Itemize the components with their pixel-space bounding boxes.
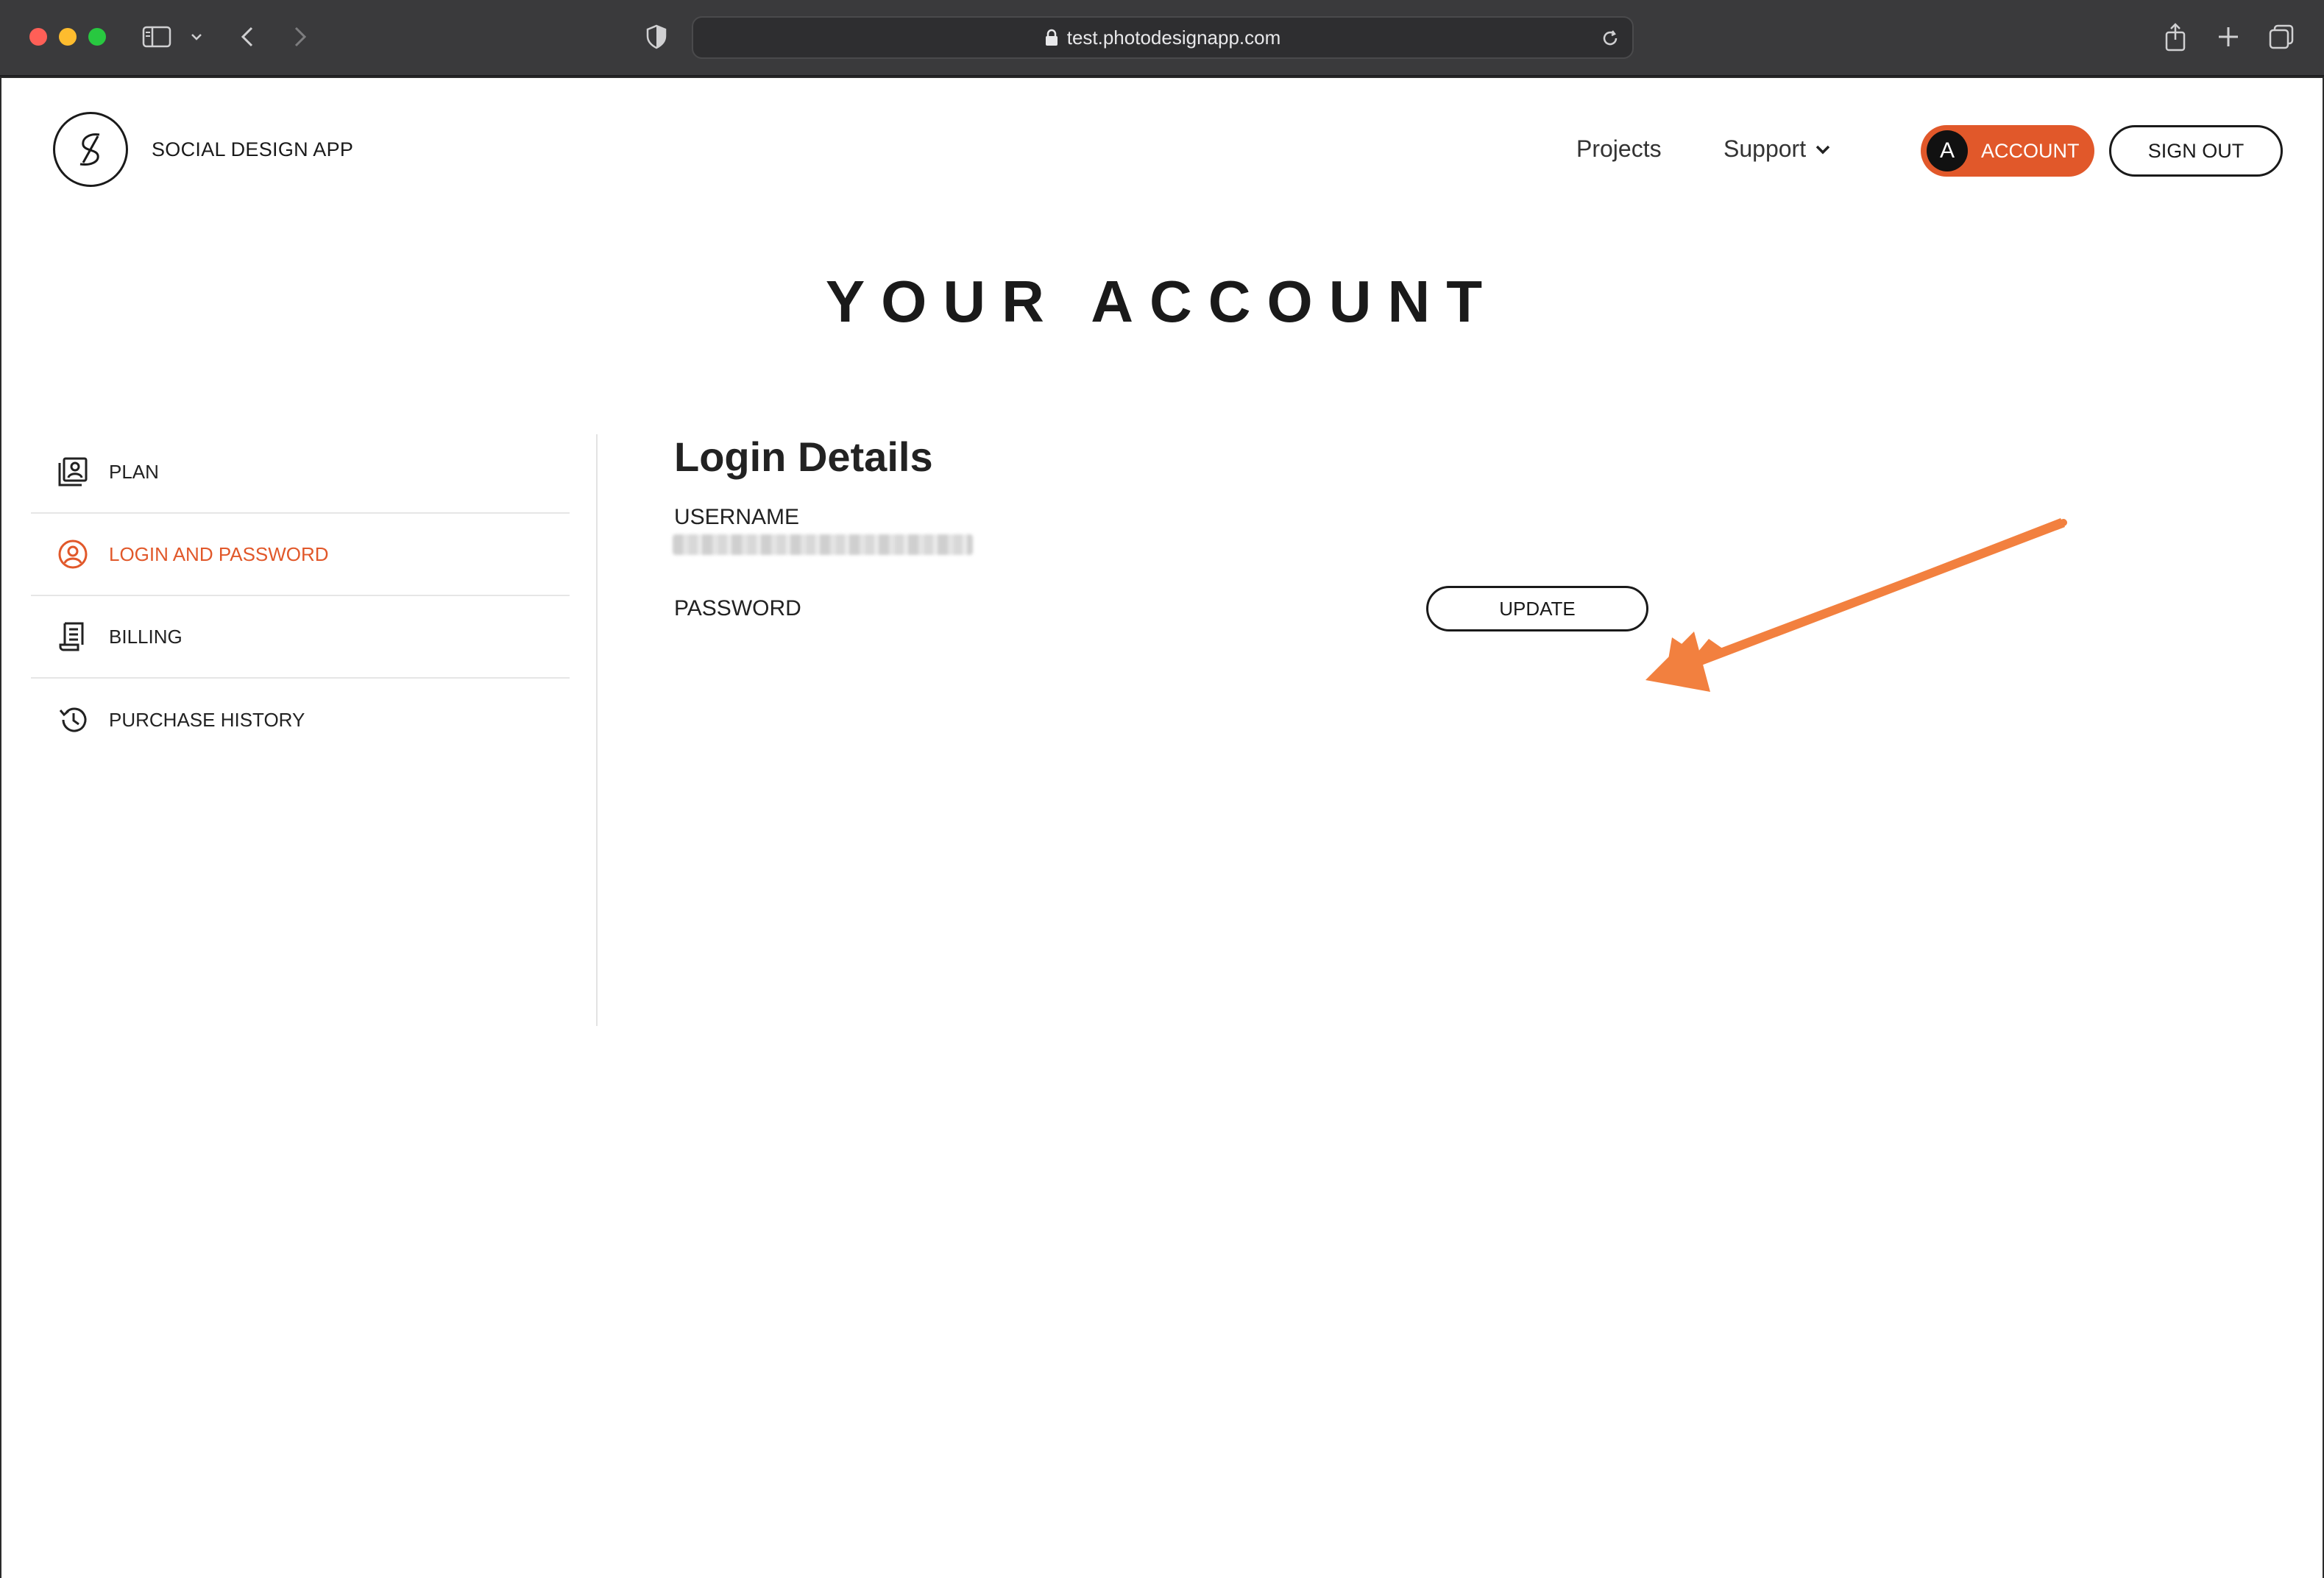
user-circle-icon: [56, 537, 90, 571]
username-label: USERNAME: [674, 505, 800, 529]
zoom-window-button[interactable]: [88, 28, 106, 46]
reload-icon[interactable]: [1598, 26, 1622, 50]
username-value-redacted: [673, 534, 973, 555]
sidebar-item-label: LOGIN AND PASSWORD: [109, 542, 329, 565]
account-button[interactable]: A ACCOUNT: [1921, 125, 2094, 177]
history-icon: [56, 703, 90, 737]
sidebar-item-label: BILLING: [109, 625, 183, 648]
sidebar-item-billing[interactable]: BILLING: [31, 596, 570, 679]
chevron-down-icon[interactable]: [185, 25, 208, 49]
sidebar-item-label: PURCHASE HISTORY: [109, 708, 305, 731]
back-icon[interactable]: [233, 22, 262, 52]
nav-projects-link[interactable]: Projects: [1576, 135, 1662, 163]
tab-overview-icon[interactable]: [2265, 21, 2298, 53]
password-label: PASSWORD: [674, 596, 801, 620]
nav-support-menu[interactable]: Support: [1723, 135, 1831, 163]
nav-support-label: Support: [1723, 135, 1807, 162]
logo-mark-icon: [79, 133, 100, 166]
sidebar-toggle-icon[interactable]: [141, 25, 172, 49]
close-window-button[interactable]: [29, 28, 47, 46]
sidebar-item-label: PLAN: [109, 460, 159, 483]
annotation-arrow-icon: [1645, 518, 2067, 692]
sidebar-item-login-and-password[interactable]: LOGIN AND PASSWORD: [31, 514, 570, 596]
address-bar[interactable]: test.photodesignapp.com: [692, 16, 1634, 59]
account-sidebar: PLAN LOGIN AND PASSWORD BILLING PURCHASE…: [31, 431, 570, 761]
url-text: test.photodesignapp.com: [1066, 26, 1281, 49]
page: SOCIAL DESIGN APP Projects Support A ACC…: [0, 78, 2324, 1578]
sign-out-button[interactable]: SIGN OUT: [2109, 125, 2283, 177]
receipt-icon: [56, 620, 90, 654]
privacy-shield-icon[interactable]: [642, 22, 671, 52]
sidebar-item-plan[interactable]: PLAN: [31, 431, 570, 514]
lock-icon: [1045, 29, 1058, 46]
avatar: A: [1927, 130, 1968, 171]
sidebar-item-purchase-history[interactable]: PURCHASE HISTORY: [31, 679, 570, 761]
forward-icon[interactable]: [286, 22, 315, 52]
plus-icon[interactable]: [2212, 21, 2245, 53]
brand-name[interactable]: SOCIAL DESIGN APP: [152, 138, 353, 161]
account-button-label: ACCOUNT: [1981, 139, 2080, 162]
chevron-down-icon: [1815, 145, 1830, 154]
minimize-window-button[interactable]: [59, 28, 77, 46]
share-icon[interactable]: [2159, 21, 2192, 53]
sidebar-divider: [596, 434, 598, 1026]
section-title: Login Details: [674, 434, 933, 480]
plan-icon: [56, 455, 90, 489]
logo[interactable]: [53, 112, 128, 187]
page-title: YOUR ACCOUNT: [825, 269, 1499, 334]
browser-toolbar: test.photodesignapp.com: [0, 0, 2324, 77]
